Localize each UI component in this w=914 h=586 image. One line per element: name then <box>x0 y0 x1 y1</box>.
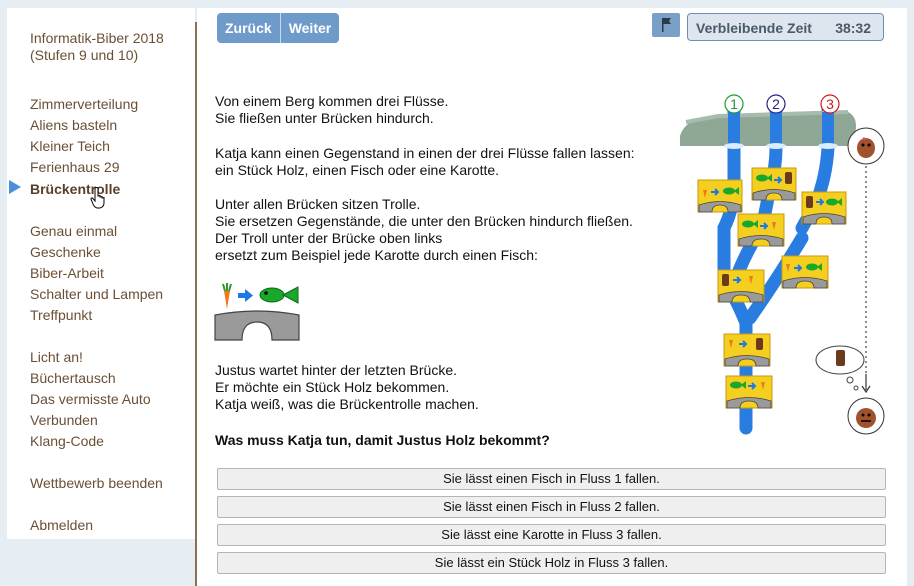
contest-title-line2: (Stufen 9 und 10) <box>30 47 139 63</box>
mountain-illustration <box>680 110 856 149</box>
task-text-line: Katja weiß, was die Brückentrolle machen… <box>215 396 479 412</box>
remaining-time: Verbleibende Zeit 38:32 <box>687 13 884 41</box>
active-item-arrow-icon <box>9 180 21 194</box>
troll-bridge <box>723 333 771 367</box>
fish-icon <box>259 286 299 304</box>
task-text-line: ein Stück Holz, einen Fisch oder eine Ka… <box>215 162 500 178</box>
river-label-3: 3 <box>820 94 840 114</box>
river-label-1: 1 <box>724 94 744 114</box>
task-text-line: Sie fließen unter Brücken hindurch. <box>215 110 434 126</box>
sidebar-item-kleiner-teich[interactable]: Kleiner Teich <box>30 138 110 155</box>
sidebar-item-verbunden[interactable]: Verbunden <box>30 412 98 429</box>
sidebar-item-zimmerverteilung[interactable]: Zimmerverteilung <box>30 96 138 113</box>
contest-title-line1: Informatik-Biber 2018 <box>30 30 164 46</box>
flag-icon <box>662 18 671 32</box>
remaining-time-label: Verbleibende Zeit <box>696 20 812 36</box>
sidebar-item-das-vermisste-auto[interactable]: Das vermisste Auto <box>30 391 151 408</box>
hand-cursor-icon <box>90 187 105 209</box>
justus-avatar <box>847 397 885 435</box>
answer-option-1[interactable]: Sie lässt einen Fisch in Fluss 1 fallen. <box>217 468 886 490</box>
sidebar-item-aliens-basteln[interactable]: Aliens basteln <box>30 117 117 134</box>
sidebar-item-schalter-und-lampen[interactable]: Schalter und Lampen <box>30 286 163 303</box>
task-paragraph-3: Unter allen Brücken sitzen Trolle. Sie e… <box>215 196 633 264</box>
troll-bridge <box>751 167 797 201</box>
sidebar-item-brueckentrolle[interactable]: Brückentrolle <box>30 181 120 198</box>
task-paragraph-4: Justus wartet hinter der letzten Brücke.… <box>215 362 479 413</box>
sidebar-item-licht-an[interactable]: Licht an! <box>30 349 83 366</box>
remaining-time-value: 38:32 <box>835 20 871 36</box>
task-text-line: Unter allen Brücken sitzen Trolle. <box>215 196 421 212</box>
sidebar-item-treffpunkt[interactable]: Treffpunkt <box>30 307 92 324</box>
river-diagram: 1 2 3 <box>680 94 885 435</box>
example-bridge-illustration <box>214 283 300 341</box>
logout-link[interactable]: Abmelden <box>30 517 93 534</box>
troll-bridge <box>717 269 765 303</box>
troll-bridge <box>725 375 773 409</box>
task-paragraph-1: Von einem Berg kommen drei Flüsse. Sie f… <box>215 93 448 127</box>
task-text-line: Der Troll unter der Brücke oben links <box>215 230 443 246</box>
bridge-icon <box>214 310 300 341</box>
answer-option-3[interactable]: Sie lässt eine Karotte in Fluss 3 fallen… <box>217 524 886 546</box>
sidebar-item-buechertausch[interactable]: Büchertausch <box>30 370 116 387</box>
sidebar-item-geschenke[interactable]: Geschenke <box>30 244 101 261</box>
river-label-2-text: 2 <box>772 96 780 112</box>
task-text-line: Justus wartet hinter der letzten Brücke. <box>215 362 457 378</box>
arrow-right-icon <box>238 289 253 302</box>
end-contest-link[interactable]: Wettbewerb beenden <box>30 475 163 492</box>
task-paragraph-2: Katja kann einen Gegenstand in einen der… <box>215 145 635 179</box>
task-text-line: ersetzt zum Beispiel jede Karotte durch … <box>215 247 538 263</box>
task-text-line: Von einem Berg kommen drei Flüsse. <box>215 93 449 109</box>
task-text-line: Katja kann einen Gegenstand in einen der… <box>215 145 635 161</box>
troll-bridge <box>781 255 829 289</box>
task-text-line: Er möchte ein Stück Holz bekommen. <box>215 379 450 395</box>
flag-button[interactable] <box>652 13 680 37</box>
troll-bridge <box>737 213 785 247</box>
troll-bridge <box>697 179 743 213</box>
contest-title: Informatik-Biber 2018 (Stufen 9 und 10) <box>30 30 164 64</box>
sidebar-item-ferienhaus-29[interactable]: Ferienhaus 29 <box>30 159 120 176</box>
next-button[interactable]: Weiter <box>281 13 340 43</box>
question-text: Was muss Katja tun, damit Justus Holz be… <box>215 432 550 448</box>
river-label-3-text: 3 <box>826 96 834 112</box>
answer-option-4[interactable]: Sie lässt ein Stück Holz in Fluss 3 fall… <box>217 552 886 574</box>
river-label-1-text: 1 <box>730 96 738 112</box>
troll-bridge <box>801 191 847 225</box>
task-text-line: Sie ersetzen Gegenstände, die unter den … <box>215 213 633 229</box>
sidebar-item-klang-code[interactable]: Klang-Code <box>30 433 104 450</box>
navigation-buttons: Zurück Weiter <box>217 13 340 43</box>
carrot-icon <box>222 283 232 309</box>
back-button[interactable]: Zurück <box>217 13 280 43</box>
down-arrow-icon <box>861 374 871 394</box>
river-label-2: 2 <box>766 94 786 114</box>
sidebar-item-genau-einmal[interactable]: Genau einmal <box>30 223 117 240</box>
sidebar-item-biber-arbeit[interactable]: Biber-Arbeit <box>30 265 104 282</box>
katja-avatar <box>847 127 885 165</box>
thought-bubble-wood-icon <box>815 345 865 391</box>
answer-option-2[interactable]: Sie lässt einen Fisch in Fluss 2 fallen. <box>217 496 886 518</box>
